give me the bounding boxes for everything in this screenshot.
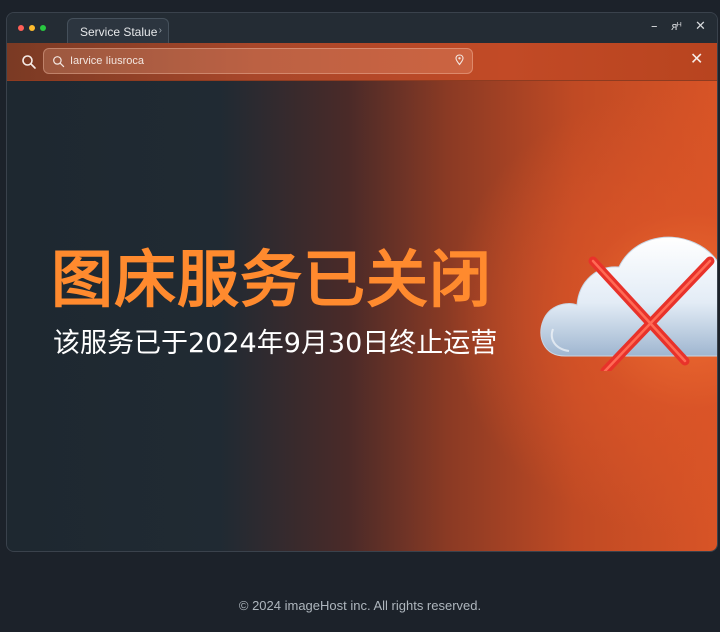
address-text: Iarvice Iiusroca <box>70 55 144 67</box>
maximize-window-dot[interactable] <box>40 25 46 31</box>
closure-notice: 该服务已于2024年9月30日终止运营 <box>53 328 498 359</box>
close-icon[interactable]: ✕ <box>690 52 703 68</box>
tab-service-status[interactable]: Service Stalue › <box>67 18 169 43</box>
chevron-right-icon: › <box>158 25 162 36</box>
title-bar: Service Stalue › – ᴙᴴ ✕ <box>7 13 717 43</box>
restore-button[interactable]: ᴙᴴ <box>671 20 682 34</box>
service-closed-banner: 图床服务已关闭 该服务已于2024年9月30日终止运营 <box>7 81 717 551</box>
minimize-window-dot[interactable] <box>29 25 35 31</box>
tab-label: Service Stalue <box>80 25 158 39</box>
minimize-button[interactable]: – <box>651 20 658 34</box>
page-title: 图床服务已关闭 <box>51 243 493 316</box>
close-window-dot[interactable] <box>18 25 24 31</box>
cloud-with-red-x-icon <box>540 236 717 371</box>
pin-icon[interactable] <box>455 54 464 69</box>
browser-window: Service Stalue › – ᴙᴴ ✕ Iarvice Iiusroca <box>6 12 718 552</box>
search-icon[interactable] <box>21 54 37 70</box>
search-icon <box>53 56 65 68</box>
close-button[interactable]: ✕ <box>695 20 706 34</box>
address-bar[interactable]: Iarvice Iiusroca <box>43 48 473 74</box>
footer-copyright: © 2024 imageHost inc. All rights reserve… <box>238 598 482 613</box>
toolbar: Iarvice Iiusroca ✕ <box>7 43 717 81</box>
